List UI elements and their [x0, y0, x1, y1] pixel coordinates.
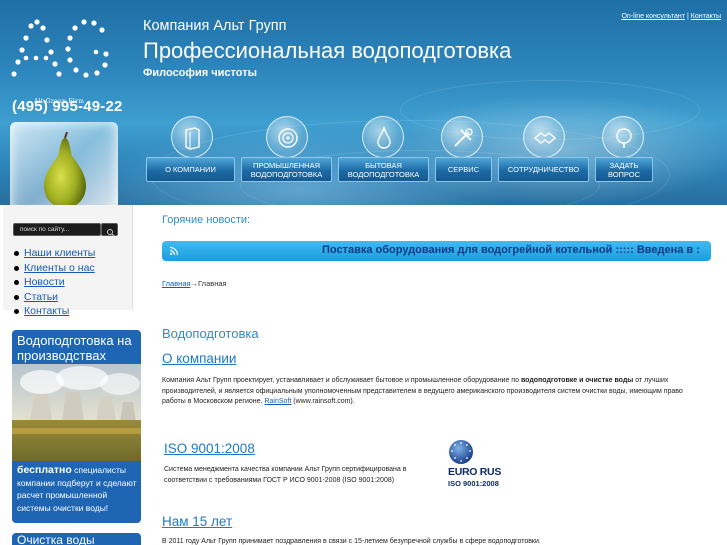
ticker-text[interactable]: Поставка оборудования для водогрейной ко… [322, 244, 700, 256]
iso-heading-link[interactable]: ISO 9001:2008 [164, 441, 255, 456]
site-title: Профессиональная водоподготовка [143, 38, 512, 63]
rainsoft-link[interactable]: RainSoft [264, 398, 291, 405]
nav-cooperation-button[interactable]: Сотрудничество [498, 157, 589, 182]
sidebar-item-articles[interactable]: Статьи [12, 291, 95, 306]
sidebar-item-label[interactable]: Статьи [24, 291, 58, 303]
nav-industrial-button[interactable]: Промышленная водоподготовка [241, 157, 332, 182]
search-input[interactable]: поиск по сайту... [13, 223, 101, 236]
eurorus-iso-badge[interactable]: EURO RUS ISO 9001:2008 [447, 438, 509, 490]
top-links: On-line консультант | Контакты [621, 13, 721, 20]
header-banner: Alt Group Firm (495) 995-49-22 Компания … [0, 0, 727, 205]
search-icon [107, 229, 115, 237]
nav-service-button[interactable]: Сервис [435, 157, 492, 182]
question-icon[interactable] [602, 116, 644, 158]
about-heading-link[interactable]: О компании [162, 351, 236, 366]
sidebar-item-label[interactable]: Клиенты о нас [24, 262, 95, 274]
iso-text: Система менеджмента качества компании Ал… [164, 466, 407, 484]
breadcrumb-current: Главная [198, 279, 227, 288]
slogan: Философия чистоты [143, 67, 258, 79]
breadcrumb-home-link[interactable]: Главная [162, 279, 191, 288]
about-text-part: (www.rainsoft.com). [291, 398, 355, 405]
about-text-bold: водоподготовке и очистке воды [520, 377, 634, 384]
promo-title: Водоподготовка на производствах [17, 333, 132, 363]
sidebar-item-news[interactable]: Новости [12, 276, 95, 291]
online-consultant-link[interactable]: On-line консультант [621, 13, 685, 20]
promo-text: бесплатно специалисты компании подберут … [17, 464, 139, 514]
phone-number: (495) 995-49-22 [12, 98, 123, 115]
top-links-separator: | [686, 13, 689, 20]
promo-text-bold: бесплатно [17, 464, 72, 476]
logo-ag-icon [11, 19, 109, 78]
badge-brand: EURO RUS [448, 466, 502, 478]
nav-ask-question-button[interactable]: Задать вопрос [595, 157, 653, 182]
logo[interactable]: Alt Group Firm [10, 18, 115, 105]
water-purification-banner[interactable]: Очистка воды [12, 533, 141, 545]
sidebar-item-clients[interactable]: Наши клиенты [12, 247, 95, 262]
sidebar-item-reviews[interactable]: Клиенты о нас [12, 262, 95, 277]
sidebar-menu: Наши клиенты Клиенты о нас Новости Стать… [12, 247, 95, 320]
cooling-towers-image [12, 364, 141, 461]
sidebar-item-contacts[interactable]: Контакты [12, 305, 95, 320]
search-button[interactable] [101, 223, 118, 237]
tools-icon[interactable] [441, 116, 483, 158]
book-icon[interactable] [171, 116, 213, 158]
rss-icon [170, 247, 178, 255]
contacts-link[interactable]: Контакты [691, 13, 721, 20]
hot-news-label: Горячие новости: [162, 214, 251, 226]
company-name: Компания Альт Групп [143, 18, 287, 34]
disc-icon[interactable] [266, 116, 308, 158]
breadcrumb-arrow: → [190, 279, 199, 288]
sidebar-item-label[interactable]: Новости [24, 276, 65, 288]
news-ticker[interactable]: Поставка оборудования для водогрейной ко… [162, 241, 711, 261]
about-text: Компания Альт Групп проектирует, устанав… [162, 376, 684, 408]
nav-household-button[interactable]: Бытовая водоподготовка [338, 157, 429, 182]
badge-standard: ISO 9001:2008 [448, 479, 499, 488]
years-heading-link[interactable]: Нам 15 лет [162, 514, 232, 529]
pear-image [44, 132, 86, 205]
drop-icon[interactable] [362, 116, 404, 158]
page-title: Водоподготовка [162, 326, 259, 341]
breadcrumb: Главная→Главная [162, 279, 227, 288]
sidebar-item-label[interactable]: Наши клиенты [24, 247, 95, 259]
sidebar-item-label[interactable]: Контакты [24, 305, 69, 317]
years-text: В 2011 году Альт Групп принимает поздрав… [162, 538, 541, 545]
nav-about-button[interactable]: О компании [146, 157, 235, 182]
about-text-part: Компания Альт Групп проектирует, устанав… [162, 377, 521, 384]
handshake-icon[interactable] [523, 116, 565, 158]
industrial-promo-banner[interactable]: Водоподготовка на производствах бесплатн… [12, 330, 141, 523]
